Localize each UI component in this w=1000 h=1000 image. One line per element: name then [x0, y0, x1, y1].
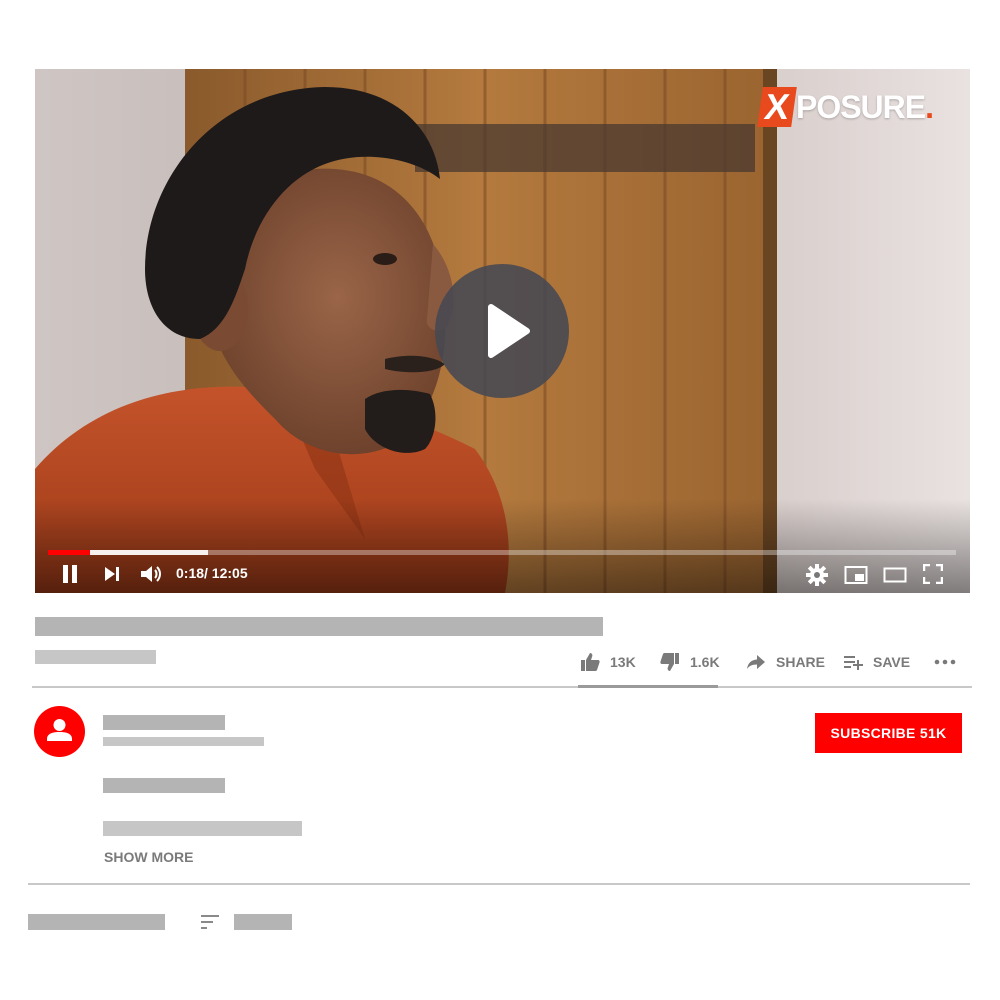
section-divider — [28, 883, 970, 885]
share-label: SHARE — [776, 654, 826, 670]
volume-icon[interactable] — [139, 563, 163, 585]
section-divider — [32, 686, 972, 688]
sort-by-label-placeholder[interactable] — [234, 914, 292, 930]
dislike-count: 1.6K — [690, 654, 720, 670]
save-button[interactable]: SAVE — [843, 649, 910, 675]
avatar[interactable] — [34, 706, 85, 757]
sort-icon[interactable] — [200, 914, 220, 930]
share-button[interactable]: SHARE — [746, 649, 825, 675]
logo-word: POSURE — [795, 88, 926, 125]
fullscreen-icon[interactable] — [923, 564, 943, 584]
channel-watermark-logo: X POSURE . — [757, 85, 934, 129]
next-icon[interactable] — [103, 565, 121, 583]
thumbs-up-icon — [581, 653, 600, 671]
progress-played — [48, 550, 90, 555]
user-icon — [47, 719, 72, 741]
time-display: 0:18/ 12:05 — [176, 565, 248, 581]
description-line-placeholder — [103, 778, 225, 793]
thumbs-down-icon — [660, 653, 679, 671]
subscriber-count-placeholder — [103, 737, 264, 746]
share-icon — [747, 655, 765, 669]
show-more-button[interactable]: SHOW MORE — [104, 849, 193, 865]
description-line-placeholder — [103, 821, 302, 836]
like-count: 13K — [610, 654, 636, 670]
save-label: SAVE — [873, 654, 911, 670]
pause-icon[interactable] — [61, 564, 79, 584]
subscribe-button[interactable]: SUBSCRIBE 51K — [815, 713, 962, 753]
play-icon — [488, 304, 530, 358]
big-play-button[interactable] — [435, 264, 569, 398]
more-icon[interactable] — [934, 658, 956, 666]
channel-name-placeholder — [103, 715, 225, 730]
miniplayer-icon[interactable] — [844, 565, 868, 585]
settings-icon[interactable] — [806, 564, 828, 586]
comment-count-placeholder — [28, 914, 165, 930]
playlist-add-icon — [844, 656, 863, 670]
view-count-placeholder — [35, 650, 156, 664]
theater-icon[interactable] — [883, 567, 907, 583]
like-button[interactable]: 13K — [580, 649, 636, 675]
video-player[interactable]: X POSURE . 0:18/ 12:05 — [35, 69, 970, 593]
like-ratio-bar — [578, 685, 718, 688]
logo-dot: . — [925, 88, 934, 125]
logo-mark: X — [757, 86, 797, 127]
progress-bar[interactable] — [48, 550, 956, 555]
video-title-placeholder — [35, 617, 603, 636]
dislike-button[interactable]: 1.6K — [660, 649, 720, 675]
